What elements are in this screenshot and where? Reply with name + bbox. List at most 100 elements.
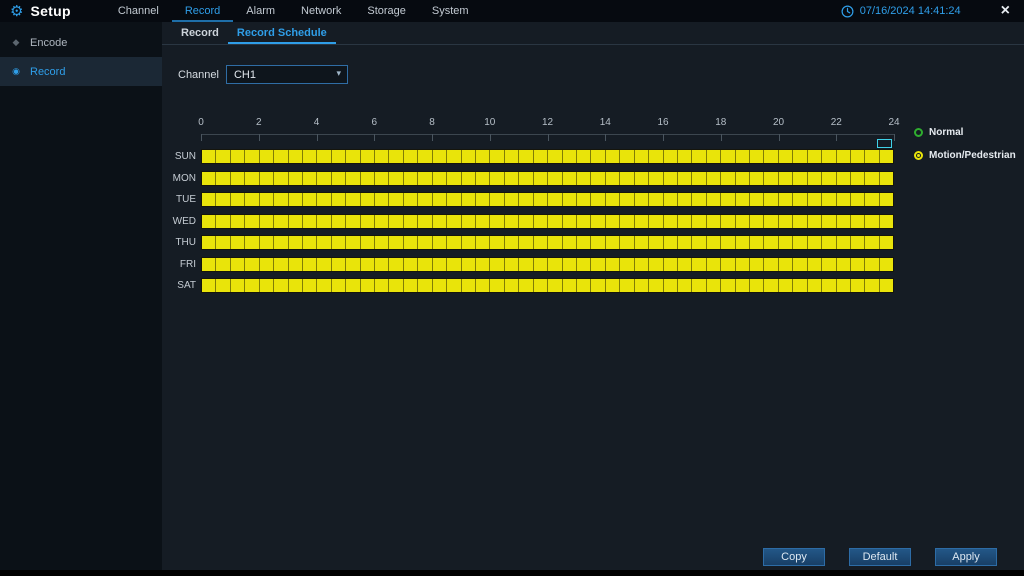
schedule-cell[interactable] bbox=[692, 150, 706, 163]
schedule-cell[interactable] bbox=[692, 193, 706, 206]
schedule-cell[interactable] bbox=[649, 193, 663, 206]
schedule-cell[interactable] bbox=[577, 236, 591, 249]
schedule-cell[interactable] bbox=[317, 150, 331, 163]
schedule-cell[interactable] bbox=[231, 150, 245, 163]
schedule-cell[interactable] bbox=[721, 215, 735, 228]
schedule-cell[interactable] bbox=[606, 193, 620, 206]
schedule-cell[interactable] bbox=[635, 150, 649, 163]
schedule-cell[interactable] bbox=[707, 258, 721, 271]
schedule-cell[interactable] bbox=[808, 258, 822, 271]
schedule-cell[interactable] bbox=[822, 279, 836, 292]
schedule-cell[interactable] bbox=[462, 150, 476, 163]
schedule-cell[interactable] bbox=[750, 279, 764, 292]
schedule-cell[interactable] bbox=[289, 279, 303, 292]
schedule-cell[interactable] bbox=[750, 215, 764, 228]
schedule-cell[interactable] bbox=[591, 215, 605, 228]
schedule-cell[interactable] bbox=[505, 172, 519, 185]
schedule-cell[interactable] bbox=[678, 279, 692, 292]
schedule-cell[interactable] bbox=[678, 172, 692, 185]
schedule-cell[interactable] bbox=[202, 258, 216, 271]
schedule-cell[interactable] bbox=[548, 279, 562, 292]
schedule-cell[interactable] bbox=[361, 172, 375, 185]
schedule-cell[interactable] bbox=[260, 258, 274, 271]
schedule-cell[interactable] bbox=[361, 215, 375, 228]
schedule-cell[interactable] bbox=[664, 279, 678, 292]
schedule-cell[interactable] bbox=[822, 236, 836, 249]
schedule-cell[interactable] bbox=[389, 258, 403, 271]
schedule-cell[interactable] bbox=[620, 258, 634, 271]
schedule-cell[interactable] bbox=[707, 150, 721, 163]
schedule-cell[interactable] bbox=[865, 193, 879, 206]
nav-channel[interactable]: Channel bbox=[105, 0, 172, 22]
schedule-cell[interactable] bbox=[490, 279, 504, 292]
schedule-cell[interactable] bbox=[505, 150, 519, 163]
schedule-cell[interactable] bbox=[433, 279, 447, 292]
schedule-cell[interactable] bbox=[245, 258, 259, 271]
schedule-cell[interactable] bbox=[346, 279, 360, 292]
schedule-cell[interactable] bbox=[865, 236, 879, 249]
schedule-cell[interactable] bbox=[231, 193, 245, 206]
schedule-cell[interactable] bbox=[591, 236, 605, 249]
schedule-cell[interactable] bbox=[346, 215, 360, 228]
schedule-cell[interactable] bbox=[505, 258, 519, 271]
schedule-cell[interactable] bbox=[635, 236, 649, 249]
schedule-cell[interactable] bbox=[303, 193, 317, 206]
schedule-cell[interactable] bbox=[361, 150, 375, 163]
schedule-cell[interactable] bbox=[289, 172, 303, 185]
schedule-cell[interactable] bbox=[274, 279, 288, 292]
schedule-cell[interactable] bbox=[317, 215, 331, 228]
schedule-cell[interactable] bbox=[418, 236, 432, 249]
schedule-cell[interactable] bbox=[519, 172, 533, 185]
schedule-cell[interactable] bbox=[880, 279, 893, 292]
schedule-cell[interactable] bbox=[678, 193, 692, 206]
schedule-cell[interactable] bbox=[851, 258, 865, 271]
schedule-cell[interactable] bbox=[346, 172, 360, 185]
schedule-cell[interactable] bbox=[418, 279, 432, 292]
schedule-cell[interactable] bbox=[808, 279, 822, 292]
schedule-cell[interactable] bbox=[880, 193, 893, 206]
schedule-cell[interactable] bbox=[793, 215, 807, 228]
schedule-cell[interactable] bbox=[490, 258, 504, 271]
schedule-cell[interactable] bbox=[577, 215, 591, 228]
schedule-cell[interactable] bbox=[274, 172, 288, 185]
schedule-cell[interactable] bbox=[332, 215, 346, 228]
schedule-cell[interactable] bbox=[462, 215, 476, 228]
schedule-cell[interactable] bbox=[202, 236, 216, 249]
schedule-cell[interactable] bbox=[635, 258, 649, 271]
schedule-cell[interactable] bbox=[548, 258, 562, 271]
schedule-cell[interactable] bbox=[678, 258, 692, 271]
schedule-cell[interactable] bbox=[317, 172, 331, 185]
schedule-cell[interactable] bbox=[822, 172, 836, 185]
close-icon[interactable]: × bbox=[1001, 3, 1010, 19]
schedule-cell[interactable] bbox=[837, 172, 851, 185]
schedule-cell[interactable] bbox=[793, 150, 807, 163]
schedule-cell[interactable] bbox=[707, 172, 721, 185]
schedule-cell[interactable] bbox=[808, 193, 822, 206]
schedule-cell[interactable] bbox=[851, 236, 865, 249]
schedule-cell[interactable] bbox=[216, 172, 230, 185]
schedule-cell[interactable] bbox=[808, 150, 822, 163]
schedule-cell[interactable] bbox=[361, 258, 375, 271]
schedule-cell[interactable] bbox=[375, 193, 389, 206]
schedule-cell[interactable] bbox=[736, 215, 750, 228]
schedule-cell[interactable] bbox=[202, 150, 216, 163]
schedule-cell[interactable] bbox=[635, 215, 649, 228]
schedule-cell[interactable] bbox=[260, 193, 274, 206]
schedule-cell[interactable] bbox=[245, 236, 259, 249]
schedule-cell[interactable] bbox=[245, 193, 259, 206]
schedule-cell[interactable] bbox=[851, 215, 865, 228]
schedule-cell[interactable] bbox=[245, 172, 259, 185]
schedule-cell[interactable] bbox=[375, 279, 389, 292]
nav-network[interactable]: Network bbox=[288, 0, 354, 22]
schedule-cell[interactable] bbox=[880, 150, 893, 163]
schedule-cell[interactable] bbox=[303, 150, 317, 163]
schedule-cell[interactable] bbox=[548, 215, 562, 228]
schedule-cell[interactable] bbox=[505, 236, 519, 249]
schedule-cell[interactable] bbox=[707, 215, 721, 228]
schedule-cell[interactable] bbox=[563, 215, 577, 228]
schedule-cell[interactable] bbox=[245, 215, 259, 228]
schedule-cell[interactable] bbox=[245, 150, 259, 163]
schedule-cell[interactable] bbox=[462, 172, 476, 185]
schedule-cell[interactable] bbox=[274, 258, 288, 271]
schedule-cell[interactable] bbox=[260, 172, 274, 185]
